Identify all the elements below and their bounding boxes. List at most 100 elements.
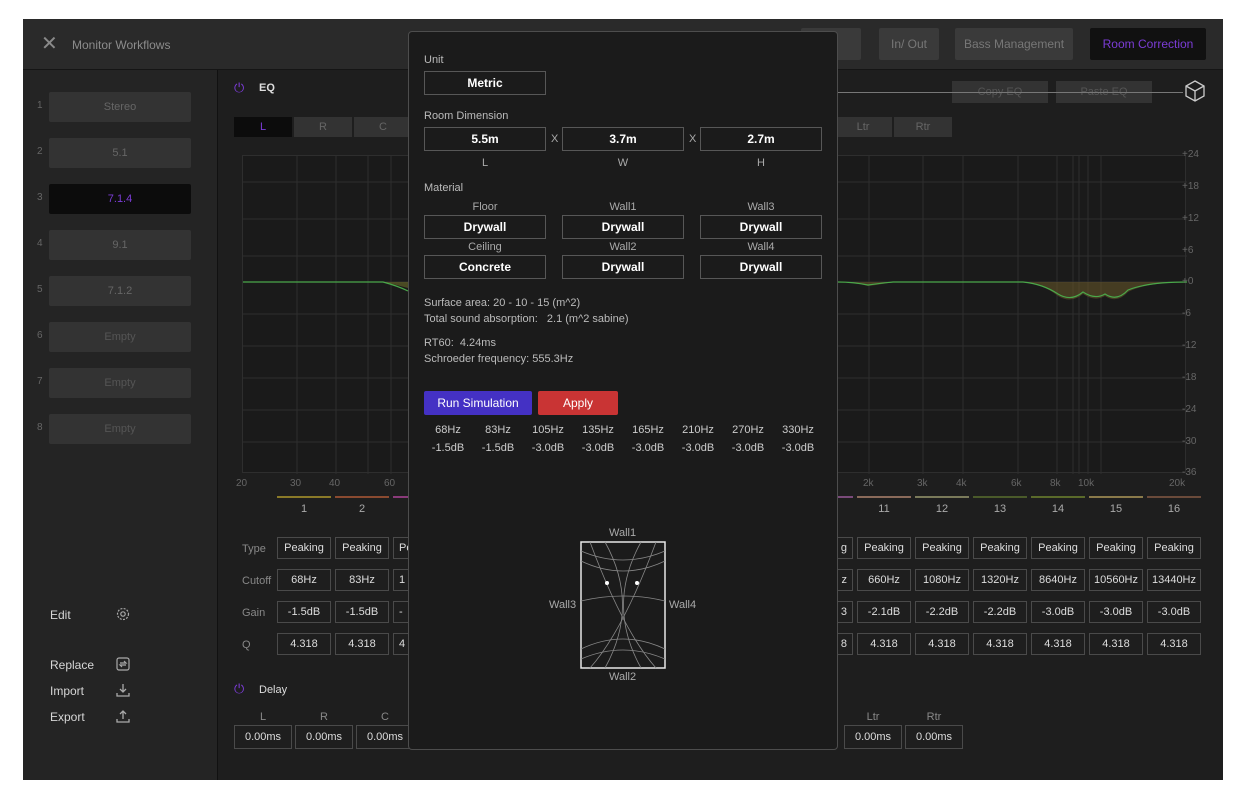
delay-channel-label: R: [320, 711, 328, 723]
preset-empty-button[interactable]: Empty: [49, 368, 191, 398]
band-cutoff-cell[interactable]: 83Hz: [335, 569, 389, 591]
floor-material-select[interactable]: Drywall: [424, 215, 546, 239]
band-gain-cell[interactable]: -3.0dB: [1031, 601, 1085, 623]
band-q-cell[interactable]: 4.318: [1147, 633, 1201, 655]
row-label-q: Q: [242, 639, 251, 651]
band-q-cell[interactable]: 4.318: [1089, 633, 1143, 655]
result-frequency: 165Hz: [632, 424, 664, 436]
result-frequency: 83Hz: [485, 424, 511, 436]
band-gain-cell[interactable]: -2.2dB: [973, 601, 1027, 623]
wall3-label: Wall3: [747, 201, 775, 213]
band-gain-cell[interactable]: -1.5dB: [335, 601, 389, 623]
upload-icon[interactable]: [115, 708, 131, 724]
band-q-cell[interactable]: 4.318: [915, 633, 969, 655]
length-input[interactable]: 5.5m: [424, 127, 546, 151]
x-tick: 20: [236, 478, 248, 489]
apply-button[interactable]: Apply: [538, 391, 618, 415]
wall3-diagram-label: Wall3: [549, 599, 577, 611]
tab-bass-management[interactable]: Bass Management: [955, 28, 1073, 60]
band-q-cell[interactable]: 4.318: [277, 633, 331, 655]
band-gain-cell[interactable]: -3.0dB: [1089, 601, 1143, 623]
delay-power-icon[interactable]: ⏻: [234, 682, 248, 696]
band-gain-cell[interactable]: -2.1dB: [857, 601, 911, 623]
delay-value-field[interactable]: 0.00ms: [234, 725, 292, 749]
unit-select[interactable]: Metric: [424, 71, 546, 95]
delay-value-field[interactable]: 0.00ms: [295, 725, 353, 749]
band-cutoff-cell[interactable]: 660Hz: [857, 569, 911, 591]
x-tick: 40: [329, 478, 341, 489]
room-dimension-label: Room Dimension: [424, 110, 509, 122]
result-gain: -3.0dB: [681, 442, 715, 454]
band-type-cell[interactable]: Peaking: [1089, 537, 1143, 559]
band-q-cell[interactable]: 4.318: [1031, 633, 1085, 655]
band-type-cell[interactable]: Peaking: [857, 537, 911, 559]
band-type-cell[interactable]: Peaking: [277, 537, 331, 559]
cube-icon[interactable]: [1183, 79, 1207, 103]
band-cutoff-cell[interactable]: 1080Hz: [915, 569, 969, 591]
band-color-bar: [335, 496, 389, 498]
replace-icon[interactable]: [115, 656, 131, 672]
band-cutoff-cell[interactable]: 1320Hz: [973, 569, 1027, 591]
channel-tab-c[interactable]: C: [354, 117, 412, 137]
band-cutoff-cell[interactable]: 13440Hz: [1147, 569, 1201, 591]
preset-5-1-button[interactable]: 5.1: [49, 138, 191, 168]
width-input[interactable]: 3.7m: [562, 127, 684, 151]
band-cutoff-cell[interactable]: 68Hz: [277, 569, 331, 591]
band-cutoff-cell[interactable]: 10560Hz: [1089, 569, 1143, 591]
preset-7-1-2-button[interactable]: 7.1.2: [49, 276, 191, 306]
wall3-material-select[interactable]: Drywall: [700, 215, 822, 239]
band-gain-cell[interactable]: -1.5dB: [277, 601, 331, 623]
y-tick: -36: [1182, 467, 1197, 478]
x-tick: 2k: [863, 478, 874, 489]
download-icon[interactable]: [115, 682, 131, 698]
import-label[interactable]: Import: [50, 684, 84, 698]
delay-value-field[interactable]: 0.00ms: [844, 725, 902, 749]
wall4-material-select[interactable]: Drywall: [700, 255, 822, 279]
ceiling-material-select[interactable]: Concrete: [424, 255, 546, 279]
band-type-cell[interactable]: Peaking: [335, 537, 389, 559]
channel-tab-l[interactable]: L: [234, 117, 292, 137]
preset-number: 3: [37, 192, 43, 203]
channel-tab-ltr[interactable]: Ltr: [834, 117, 892, 137]
band-gain-cell[interactable]: -3.0dB: [1147, 601, 1201, 623]
y-tick: -18: [1182, 372, 1197, 383]
export-label[interactable]: Export: [50, 710, 85, 724]
band-type-cell[interactable]: Peaking: [1147, 537, 1201, 559]
close-icon[interactable]: ✕: [41, 34, 59, 54]
preset-empty-button[interactable]: Empty: [49, 414, 191, 444]
preset-7-1-4-button[interactable]: 7.1.4: [49, 184, 191, 214]
band-type-cell[interactable]: Peaking: [973, 537, 1027, 559]
preset-empty-button[interactable]: Empty: [49, 322, 191, 352]
gear-icon[interactable]: [115, 606, 131, 622]
delay-channel-label: C: [381, 711, 389, 723]
eq-power-icon[interactable]: ⏻: [234, 81, 248, 95]
tab-in-out[interactable]: In/ Out: [879, 28, 939, 60]
band-cutoff-cell[interactable]: 8640Hz: [1031, 569, 1085, 591]
band-q-cell[interactable]: 4.318: [857, 633, 911, 655]
preset-9-1-button[interactable]: 9.1: [49, 230, 191, 260]
wall1-material-select[interactable]: Drywall: [562, 215, 684, 239]
band-type-cell[interactable]: Peaking: [915, 537, 969, 559]
band-q-cell[interactable]: 4.318: [973, 633, 1027, 655]
preset-row: 4 9.1: [23, 230, 218, 260]
delay-value-field[interactable]: 0.00ms: [356, 725, 414, 749]
height-input[interactable]: 2.7m: [700, 127, 822, 151]
app-title: Monitor Workflows: [72, 38, 171, 52]
length-label: L: [481, 157, 489, 169]
preset-stereo-button[interactable]: Stereo: [49, 92, 191, 122]
x-tick: 20k: [1169, 478, 1186, 489]
room-simulation-dialog: Unit Metric Room Dimension 5.5m X 3.7m X…: [408, 31, 838, 750]
edit-label[interactable]: Edit: [50, 608, 71, 622]
channel-tab-rtr[interactable]: Rtr: [894, 117, 952, 137]
preset-number: 7: [37, 376, 43, 387]
run-simulation-button[interactable]: Run Simulation: [424, 391, 532, 415]
replace-label[interactable]: Replace: [50, 658, 94, 672]
band-type-cell[interactable]: Peaking: [1031, 537, 1085, 559]
delay-value-field[interactable]: 0.00ms: [905, 725, 963, 749]
band-q-cell[interactable]: 4.318: [335, 633, 389, 655]
tab-room-correction[interactable]: Room Correction: [1090, 28, 1206, 60]
band-gain-cell[interactable]: -2.2dB: [915, 601, 969, 623]
wall2-material-select[interactable]: Drywall: [562, 255, 684, 279]
result-frequency: 105Hz: [532, 424, 564, 436]
channel-tab-r[interactable]: R: [294, 117, 352, 137]
